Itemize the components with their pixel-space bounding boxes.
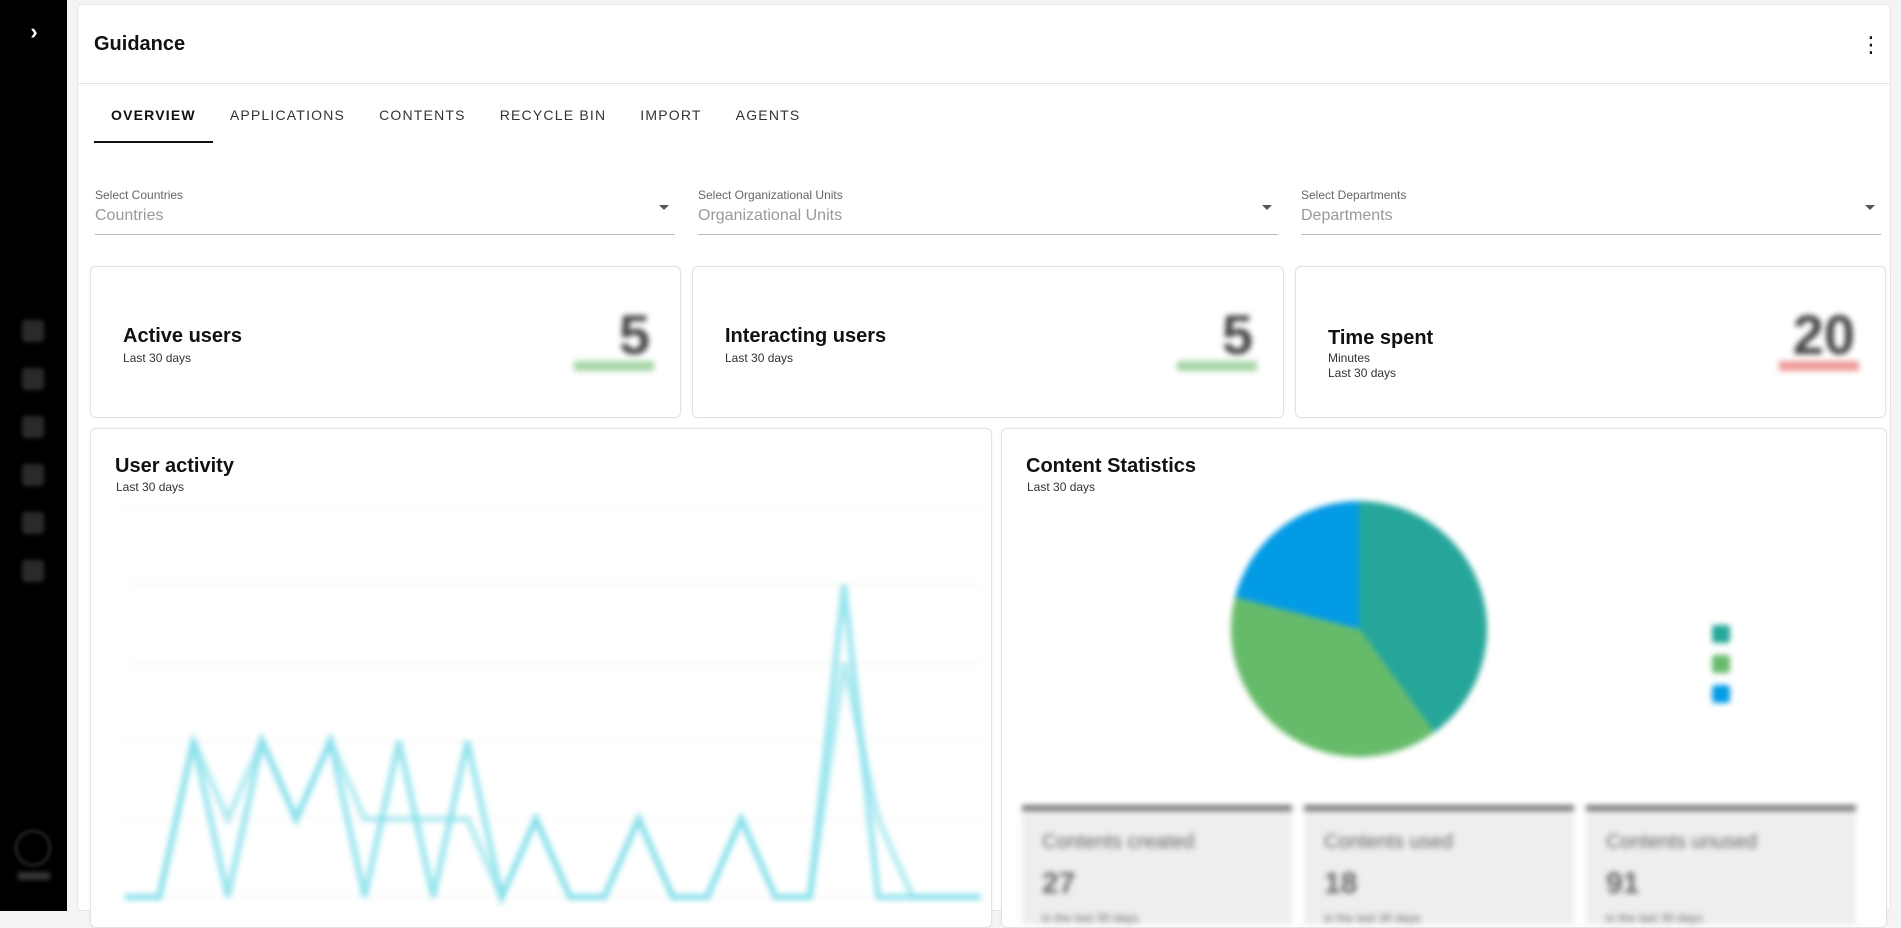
stat-value: 18 [1324, 867, 1358, 900]
kpi-interacting-users: Interacting users Last 30 days 5 [692, 266, 1284, 418]
stat-label: Contents unused [1606, 831, 1758, 853]
legend-item [1712, 649, 1740, 679]
countries-select-label: Select Countries [95, 188, 184, 202]
kpi-trend [1779, 361, 1859, 371]
pie-legend [1712, 619, 1740, 709]
org-units-select-value: Organizational Units [698, 207, 843, 224]
legend-item [1712, 619, 1740, 649]
kpi-value: 5 [618, 303, 650, 366]
dashboard-icon[interactable] [22, 320, 44, 342]
stat-contents-unused: Contents unused 91 in the last 30 days [1586, 805, 1856, 925]
content-pie-chart [1002, 499, 1892, 799]
sidebar: › [0, 0, 67, 911]
kpi-time-spent: Time spent Minutes Last 30 days 20 [1295, 266, 1886, 418]
user-activity-title: User activity [115, 455, 234, 477]
user-activity-card: User activity Last 30 days [90, 428, 992, 928]
stat-note: in the last 30 days [1324, 911, 1421, 925]
kpi-subtitle: Last 30 days [1328, 366, 1397, 380]
content-statistics-card: Content Statistics Last 30 days Contents… [1001, 428, 1887, 928]
tab-contents[interactable]: CONTENTS [362, 105, 483, 143]
content-statistics-title: Content Statistics [1026, 455, 1197, 477]
chart-icon[interactable] [22, 464, 44, 486]
dropdown-caret-icon [1262, 205, 1272, 210]
kpi-title: Interacting users [725, 325, 887, 347]
page-title: Guidance [94, 33, 186, 55]
tab-agents[interactable]: AGENTS [719, 105, 818, 143]
kpi-unit: Minutes [1328, 351, 1371, 365]
departments-select[interactable]: Select Departments Departments [1301, 183, 1881, 235]
line-chart-svg [125, 506, 981, 907]
kpi-value: 5 [1221, 303, 1253, 366]
stat-note: in the last 30 days [1042, 911, 1139, 925]
star-icon[interactable] [22, 512, 44, 534]
countries-select-value: Countries [95, 207, 164, 224]
tab-recycle-bin[interactable]: RECYCLE BIN [483, 105, 624, 143]
more-options-icon[interactable]: ⋮ [1860, 31, 1882, 59]
stat-label: Contents used [1324, 831, 1453, 853]
stat-contents-used: Contents used 18 in the last 30 days [1304, 805, 1574, 925]
stat-label: Contents created [1042, 831, 1195, 853]
kpi-value: 20 [1792, 303, 1855, 366]
grid-icon[interactable] [22, 560, 44, 582]
org-units-select[interactable]: Select Organizational Units Organization… [698, 183, 1278, 235]
pie-chart-svg [1231, 501, 1487, 757]
kpi-active-users: Active users Last 30 days 5 [90, 266, 681, 418]
departments-select-label: Select Departments [1301, 188, 1407, 202]
kpi-title: Active users [123, 325, 242, 347]
tab-overview[interactable]: OVERVIEW [94, 105, 213, 143]
kpi-trend [574, 361, 654, 371]
user-activity-chart [105, 497, 991, 917]
search-icon[interactable] [22, 368, 44, 390]
dropdown-caret-icon [1865, 205, 1875, 210]
tab-import[interactable]: IMPORT [623, 105, 718, 143]
main-panel: Guidance ⋮ OVERVIEW APPLICATIONS CONTENT… [77, 4, 1891, 928]
stat-contents-created: Contents created 27 in the last 30 days [1022, 805, 1292, 925]
stat-value: 27 [1042, 867, 1076, 900]
expand-sidebar-icon[interactable]: › [22, 20, 46, 44]
countries-select[interactable]: Select Countries Countries [95, 183, 675, 235]
page-header: Guidance ⋮ [78, 5, 1890, 84]
stat-value: 91 [1606, 867, 1640, 900]
legend-item [1712, 679, 1740, 709]
kpi-trend [1177, 361, 1257, 371]
tab-applications[interactable]: APPLICATIONS [213, 105, 362, 143]
kpi-subtitle: Last 30 days [725, 351, 794, 365]
org-units-select-label: Select Organizational Units [698, 188, 843, 202]
avatar-label [18, 872, 50, 880]
settings-icon[interactable] [22, 416, 44, 438]
user-activity-subtitle: Last 30 days [116, 480, 185, 494]
dropdown-caret-icon [659, 205, 669, 210]
stat-note: in the last 30 days [1606, 911, 1703, 925]
kpi-title: Time spent [1328, 327, 1434, 349]
avatar[interactable] [15, 830, 51, 866]
content-statistics-subtitle: Last 30 days [1027, 480, 1096, 494]
tab-bar: OVERVIEW APPLICATIONS CONTENTS RECYCLE B… [94, 105, 817, 143]
kpi-subtitle: Last 30 days [123, 351, 192, 365]
departments-select-value: Departments [1301, 207, 1393, 224]
